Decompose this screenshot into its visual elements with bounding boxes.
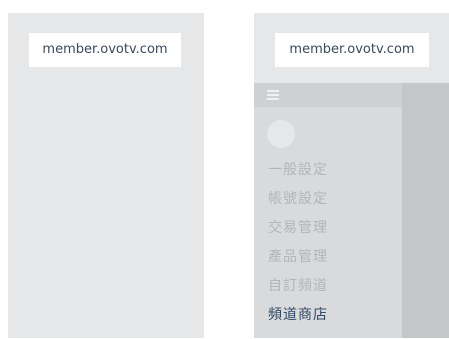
menu-item-channel-store[interactable]: 頻道商店 xyxy=(268,305,328,334)
hamburger-icon[interactable] xyxy=(267,90,279,100)
menu-item-account-settings[interactable]: 帳號設定 xyxy=(268,189,328,218)
menu-item-custom-channel[interactable]: 自訂頻道 xyxy=(268,276,328,305)
drawer-header xyxy=(254,83,402,107)
phone-mockup-left: member.ovotv.com xyxy=(8,13,204,338)
phone-mockup-right: member.ovotv.com 一般設定 帳號設定 交易管理 產品管理 自訂頻… xyxy=(254,13,449,338)
drawer-overlay[interactable] xyxy=(402,83,449,338)
avatar[interactable] xyxy=(267,120,295,148)
address-bar[interactable]: member.ovotv.com xyxy=(275,33,429,67)
stage: member.ovotv.com member.ovotv.com 一般設定 帳… xyxy=(0,0,449,339)
menu-item-transactions[interactable]: 交易管理 xyxy=(268,218,328,247)
menu-item-general-settings[interactable]: 一般設定 xyxy=(268,160,328,189)
browser-top-bar: member.ovotv.com xyxy=(254,13,449,83)
address-bar[interactable]: member.ovotv.com xyxy=(29,33,181,67)
nav-drawer: 一般設定 帳號設定 交易管理 產品管理 自訂頻道 頻道商店 xyxy=(254,83,402,338)
drawer-menu: 一般設定 帳號設定 交易管理 產品管理 自訂頻道 頻道商店 xyxy=(268,160,328,334)
menu-item-products[interactable]: 產品管理 xyxy=(268,247,328,276)
